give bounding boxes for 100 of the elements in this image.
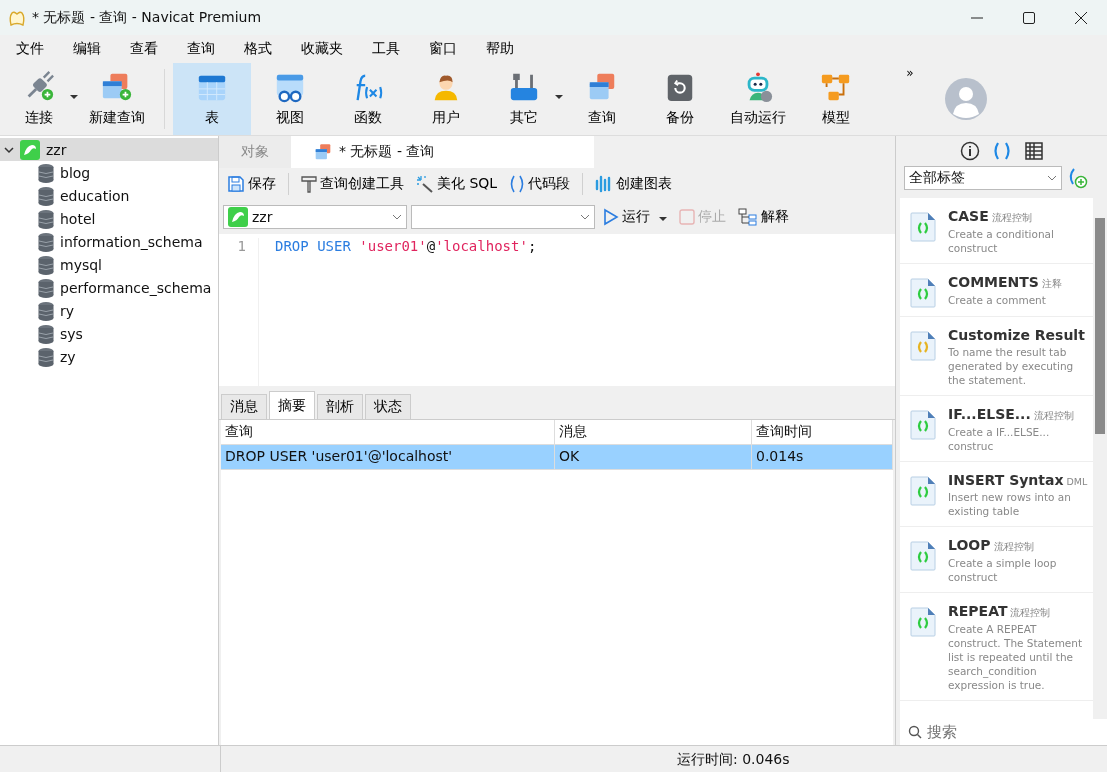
- snippet-description: Create a IF...ELSE... construc: [948, 425, 1051, 453]
- database-icon: [38, 300, 54, 321]
- toolbar-button[interactable]: 新建查询: [78, 63, 156, 135]
- snippet-file-icon: [910, 607, 936, 637]
- menu-item[interactable]: 编辑: [65, 40, 109, 58]
- chevron-icon: [392, 214, 402, 220]
- snippet-title: COMMENTS 注释: [948, 274, 1062, 291]
- table-cell: DROP USER 'user01'@'localhost': [221, 445, 555, 470]
- menu-item[interactable]: 工具: [364, 40, 408, 58]
- snippet-title: INSERT Syntax DML: [948, 472, 1089, 488]
- database-icon: [38, 231, 54, 252]
- menu-item[interactable]: 查看: [122, 40, 166, 58]
- snippet-item[interactable]: COMMENTS 注释 Create a comment: [900, 264, 1093, 317]
- tag-filter-select[interactable]: 全部标签: [904, 166, 1062, 190]
- hammer-icon: [301, 175, 317, 193]
- snippet-description: Create A REPEAT construct. The Statement list is repeated until the search_condition expression is true.: [948, 622, 1084, 692]
- tree-item[interactable]: zzr: [0, 138, 218, 161]
- tree-item[interactable]: ry: [0, 299, 218, 322]
- query-icon: [589, 73, 615, 100]
- toolbar-button[interactable]: 自动运行: [719, 63, 797, 135]
- toolbar-button[interactable]: 其它: [485, 63, 563, 135]
- grid-icon: [1023, 141, 1044, 161]
- dolphin-icon: [20, 139, 40, 160]
- snippet-description: Create a conditional construct: [948, 227, 1055, 255]
- database-icon: [38, 208, 54, 229]
- search-box[interactable]: 搜索: [900, 719, 1107, 745]
- toolbar-button[interactable]: 保存: [223, 173, 280, 195]
- tree-item[interactable]: mysql: [0, 253, 218, 276]
- snippet-item[interactable]: IF...ELSE... 流程控制 Create a IF...ELSE... construc: [900, 396, 1093, 462]
- tree-item[interactable]: hotel: [0, 207, 218, 230]
- connection-select[interactable]: zzr: [223, 205, 407, 229]
- toolbar-button[interactable]: 函数: [329, 63, 407, 135]
- toolbar-button[interactable]: 查询: [563, 63, 641, 135]
- snippet-title: REPEAT 流程控制: [948, 603, 1052, 620]
- snippet-item[interactable]: LOOP 流程控制 Create a simple loop construct: [900, 527, 1093, 593]
- menu-item[interactable]: 格式: [236, 40, 280, 58]
- tree-item[interactable]: information_schema: [0, 230, 218, 253]
- scrollbar-thumb[interactable]: [1095, 218, 1105, 434]
- snippet-file-icon: [910, 212, 936, 242]
- table-cell: OK: [555, 445, 752, 470]
- toolbar-button[interactable]: 代码段: [505, 173, 575, 195]
- toolbar-button[interactable]: 视图: [251, 63, 329, 135]
- model-icon: [821, 74, 850, 101]
- menu-item[interactable]: 窗口: [421, 40, 465, 58]
- toolbar-button[interactable]: 表: [173, 63, 251, 135]
- toolbar-button[interactable]: 运行: [599, 206, 671, 228]
- backup-icon: [667, 74, 693, 102]
- database-icon: [38, 277, 54, 298]
- snippet-file-icon: [910, 410, 936, 440]
- magic-wand-icon: [416, 175, 434, 193]
- database-select[interactable]: [411, 205, 595, 229]
- elapsed-time: 运行时间: 0.046s: [676, 751, 791, 769]
- tab[interactable]: 剖析: [317, 394, 363, 419]
- menu-item[interactable]: 文件: [8, 40, 52, 58]
- tree-item[interactable]: education: [0, 184, 218, 207]
- user-icon: [434, 75, 458, 101]
- tab[interactable]: 摘要: [269, 391, 315, 419]
- database-icon: [38, 185, 54, 206]
- snippet-title: LOOP 流程控制: [948, 537, 1035, 554]
- window-title: * 无标题 - 查询 - Navicat Premium: [32, 8, 263, 27]
- view-icon: [276, 74, 304, 103]
- toolbar-button[interactable]: 解释: [734, 206, 793, 228]
- explain-icon: [738, 208, 758, 226]
- search-field[interactable]: 搜索: [925, 722, 1099, 742]
- menu-item[interactable]: 查询: [179, 40, 223, 58]
- snippet-item[interactable]: CASE 流程控制 Create a conditional construct: [900, 198, 1093, 264]
- tab[interactable]: 消息: [221, 394, 267, 419]
- snippet-file-icon: [910, 476, 936, 506]
- toolbar-button[interactable]: 连接: [0, 63, 78, 135]
- toolbar-button[interactable]: 用户: [407, 63, 485, 135]
- toolbar-button[interactable]: 模型: [797, 63, 875, 135]
- snippet-title: Customize Result: [948, 327, 1086, 343]
- tree-item[interactable]: performance_schema: [0, 276, 218, 299]
- snippet-file-icon: [910, 278, 936, 308]
- chevron-icon: [1047, 175, 1057, 181]
- play-icon: [603, 208, 619, 226]
- tab[interactable]: 状态: [365, 394, 411, 419]
- menu-item[interactable]: 收藏夹: [293, 40, 351, 58]
- snippet-item[interactable]: INSERT Syntax DML Insert new rows into an existing table: [900, 462, 1093, 527]
- toolbar-button[interactable]: 备份: [641, 63, 719, 135]
- info-icon: [959, 141, 980, 161]
- menu-item[interactable]: 帮助: [478, 40, 522, 58]
- database-icon: [38, 254, 54, 275]
- code-editor[interactable]: 1 DROP USER 'user01'@'localhost';: [219, 234, 895, 386]
- tree-item[interactable]: blog: [0, 161, 218, 184]
- toolbar-button[interactable]: 美化 SQL: [412, 173, 502, 195]
- snippet-title: IF...ELSE... 流程控制: [948, 406, 1075, 423]
- toolbar-button[interactable]: 创建图表: [591, 173, 677, 195]
- tab[interactable]: * 无标题 - 查询: [291, 136, 595, 168]
- table-icon: [198, 75, 226, 101]
- more-button[interactable]: »: [895, 65, 925, 81]
- braces-icon: [991, 141, 1012, 161]
- snippet-item[interactable]: Customize Result To name the result tab generated by executing the statement.: [900, 317, 1093, 396]
- tree-item[interactable]: zy: [0, 345, 218, 368]
- avatar-icon[interactable]: [945, 78, 987, 120]
- snippet-description: Insert new rows into an existing table: [948, 490, 1072, 518]
- chevron-icon[interactable]: [4, 144, 14, 155]
- tree-item[interactable]: sys: [0, 322, 218, 345]
- toolbar-button[interactable]: 查询创建工具: [297, 173, 408, 195]
- dolphin-icon: [228, 207, 248, 227]
